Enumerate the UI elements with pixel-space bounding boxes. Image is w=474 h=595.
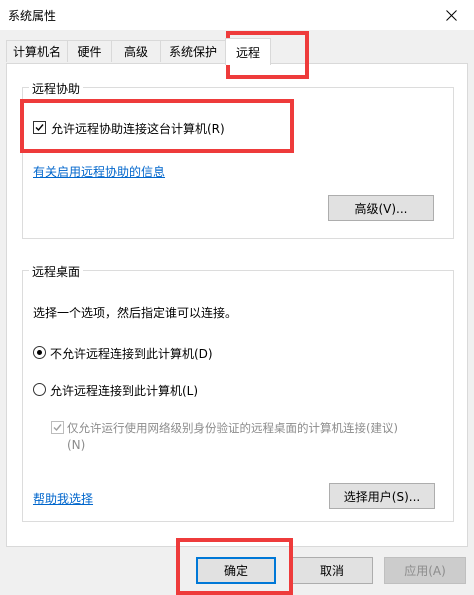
tab-advanced[interactable]: 高级 bbox=[111, 40, 161, 62]
remote-assistance-advanced-button[interactable]: 高级(V)... bbox=[328, 195, 434, 221]
title-bar: 系统属性 bbox=[0, 0, 474, 30]
remote-assistance-legend: 远程协助 bbox=[29, 80, 84, 97]
button-label: 确定 bbox=[223, 564, 248, 578]
tab-computer-name[interactable]: 计算机名 bbox=[6, 40, 68, 62]
remote-desktop-instruction: 选择一个选项，然后指定谁可以连接。 bbox=[33, 306, 238, 320]
remote-desktop-group: 远程桌面 选择一个选项，然后指定谁可以连接。 不允许远程连接到此计算机(D) 允… bbox=[22, 263, 454, 522]
radio-selected-dot bbox=[37, 350, 42, 355]
help-me-choose-link[interactable]: 帮助我选择 bbox=[33, 490, 93, 507]
nla-label-line2: (N) bbox=[67, 438, 86, 452]
button-label: 取消 bbox=[319, 564, 344, 578]
tab-remote[interactable]: 远程 bbox=[225, 38, 271, 65]
allow-remote-connection-radio[interactable] bbox=[33, 383, 46, 396]
remote-desktop-legend: 远程桌面 bbox=[29, 263, 84, 280]
tab-label: 远程 bbox=[235, 45, 260, 60]
tab-hardware[interactable]: 硬件 bbox=[67, 40, 112, 62]
remote-assistance-info-link[interactable]: 有关启用远程协助的信息 bbox=[33, 163, 165, 180]
close-icon bbox=[445, 9, 457, 21]
tab-label: 高级 bbox=[123, 45, 148, 59]
button-label: 高级(V)... bbox=[354, 201, 408, 216]
deny-remote-connection-label[interactable]: 不允许远程连接到此计算机(D) bbox=[50, 345, 213, 362]
window-title: 系统属性 bbox=[8, 9, 57, 23]
button-label: 应用(A) bbox=[404, 564, 446, 578]
tab-label: 硬件 bbox=[77, 45, 102, 59]
allow-remote-assistance-label[interactable]: 允许远程协助连接这台计算机(R) bbox=[51, 120, 225, 137]
button-label: 选择用户(S)... bbox=[343, 489, 421, 504]
cancel-button[interactable]: 取消 bbox=[291, 557, 373, 584]
nla-checkbox[interactable] bbox=[51, 421, 64, 434]
allow-remote-assistance-checkbox[interactable] bbox=[33, 121, 46, 134]
tab-panel-remote: 远程协助 允许远程协助连接这台计算机(R) 有关启用远程协助的信息 高级(V).… bbox=[6, 63, 468, 547]
tab-label: 系统保护 bbox=[168, 45, 217, 59]
remote-assistance-group: 远程协助 允许远程协助连接这台计算机(R) 有关启用远程协助的信息 高级(V).… bbox=[22, 80, 454, 239]
deny-remote-connection-radio[interactable] bbox=[33, 346, 46, 359]
nla-label-line1: 仅允许运行使用网络级别身份验证的远程桌面的计算机连接(建议) bbox=[67, 421, 398, 435]
tab-system-protection[interactable]: 系统保护 bbox=[160, 40, 226, 62]
apply-button[interactable]: 应用(A) bbox=[384, 557, 466, 584]
checkmark-icon bbox=[53, 424, 62, 432]
select-users-button[interactable]: 选择用户(S)... bbox=[329, 483, 435, 509]
tab-label: 计算机名 bbox=[12, 45, 61, 59]
allow-remote-connection-label[interactable]: 允许远程连接到此计算机(L) bbox=[50, 382, 198, 399]
close-button[interactable] bbox=[428, 0, 474, 30]
ok-button[interactable]: 确定 bbox=[196, 557, 276, 584]
checkmark-icon bbox=[35, 124, 44, 132]
